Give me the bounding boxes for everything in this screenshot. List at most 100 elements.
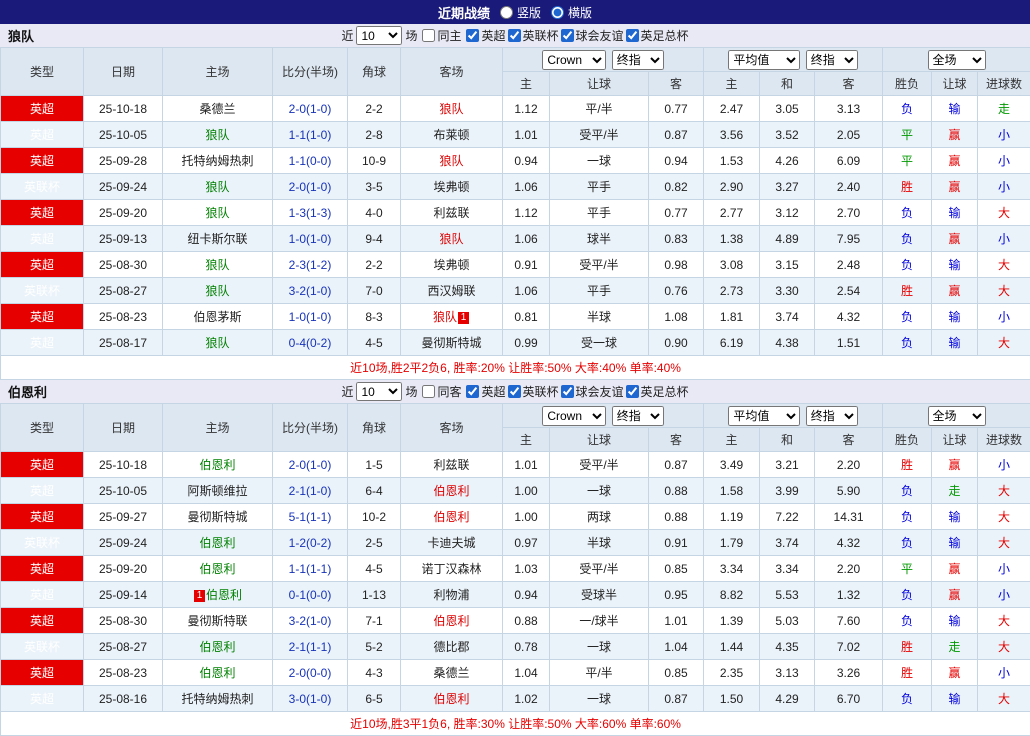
match-count-select[interactable]: 10 [356,26,402,45]
team-link[interactable]: 利兹联 [433,458,469,472]
match-score[interactable]: 0-1(0-0) [273,582,348,608]
home-team[interactable]: 伯恩利 [163,530,273,556]
match-score[interactable]: 5-1(1-1) [273,504,348,530]
team-link[interactable]: 桑德兰 [199,102,235,116]
away-team[interactable]: 伯恩利 [401,686,503,712]
bookmaker-final-index-select[interactable]: 终指 [612,50,664,70]
home-team[interactable]: 伯恩利 [163,660,273,686]
team-link[interactable]: 曼彻斯特城 [421,336,481,350]
match-score[interactable]: 2-3(1-2) [273,252,348,278]
team-link[interactable]: 狼队 [205,206,229,220]
team-link[interactable]: 狼队 [433,310,457,324]
league-checkbox-2[interactable] [561,385,574,398]
team-link[interactable]: 伯恩利 [433,692,469,706]
home-team[interactable]: 托特纳姆热刺 [163,686,273,712]
away-team[interactable]: 利兹联 [401,452,503,478]
away-team[interactable]: 伯恩利 [401,478,503,504]
away-team[interactable]: 狼队 [401,226,503,252]
match-score[interactable]: 1-2(0-2) [273,530,348,556]
team-link[interactable]: 布莱顿 [433,128,469,142]
team-link[interactable]: 利物浦 [433,588,469,602]
team-link[interactable]: 狼队 [439,232,463,246]
team-link[interactable]: 埃弗顿 [433,180,469,194]
average-final-index-select[interactable]: 终指 [806,406,858,426]
average-select[interactable]: 平均值 [728,406,800,426]
bookmaker-select[interactable]: Crown [542,406,606,426]
team-link[interactable]: 狼队 [205,284,229,298]
away-team[interactable]: 西汉姆联 [401,278,503,304]
away-team[interactable]: 诺丁汉森林 [401,556,503,582]
home-team[interactable]: 狼队 [163,174,273,200]
league-filter-3[interactable]: 英足总杯 [626,27,689,44]
bookmaker-final-index-select[interactable]: 终指 [612,406,664,426]
league-filter-1[interactable]: 英联杯 [508,383,559,400]
team-link[interactable]: 利兹联 [433,206,469,220]
home-team[interactable]: 伯恩利 [163,556,273,582]
scope-select[interactable]: 全场 [928,406,986,426]
home-team[interactable]: 阿斯顿维拉 [163,478,273,504]
away-team[interactable]: 曼彻斯特城 [401,330,503,356]
team-link[interactable]: 纽卡斯尔联 [187,232,247,246]
home-team[interactable]: 狼队 [163,200,273,226]
home-team[interactable]: 伯恩茅斯 [163,304,273,330]
match-score[interactable]: 2-0(0-0) [273,660,348,686]
horizontal-radio[interactable] [551,6,564,19]
team-link[interactable]: 伯恩利 [199,640,235,654]
team-link[interactable]: 伯恩利 [199,666,235,680]
league-filter-1[interactable]: 英联杯 [508,27,559,44]
team-link[interactable]: 狼队 [205,180,229,194]
league-checkbox-3[interactable] [626,29,639,42]
layout-vertical-option[interactable]: 竖版 [500,4,541,21]
away-team[interactable]: 利物浦 [401,582,503,608]
team-link[interactable]: 伯恩利 [199,458,235,472]
home-team[interactable]: 1伯恩利 [163,582,273,608]
match-score[interactable]: 2-0(1-0) [273,174,348,200]
league-checkbox-1[interactable] [508,29,521,42]
team-link[interactable]: 诺丁汉森林 [421,562,481,576]
league-filter-0[interactable]: 英超 [466,27,505,44]
away-team[interactable]: 卡迪夫城 [401,530,503,556]
team-link[interactable]: 伯恩茅斯 [193,310,241,324]
league-filter-2[interactable]: 球会友谊 [561,383,624,400]
team-link[interactable]: 托特纳姆热刺 [181,692,253,706]
same-venue-filter[interactable]: 同主 [422,27,461,44]
home-team[interactable]: 伯恩利 [163,634,273,660]
bookmaker-select[interactable]: Crown [542,50,606,70]
away-team[interactable]: 利兹联 [401,200,503,226]
team-link[interactable]: 伯恩利 [199,562,235,576]
league-checkbox-3[interactable] [626,385,639,398]
home-team[interactable]: 曼彻斯特联 [163,608,273,634]
team-link[interactable]: 伯恩利 [433,484,469,498]
home-team[interactable]: 托特纳姆热刺 [163,148,273,174]
team-link[interactable]: 托特纳姆热刺 [181,154,253,168]
away-team[interactable]: 埃弗顿 [401,174,503,200]
match-score[interactable]: 1-1(1-1) [273,556,348,582]
team-link[interactable]: 西汉姆联 [427,284,475,298]
home-team[interactable]: 曼彻斯特城 [163,504,273,530]
away-team[interactable]: 德比郡 [401,634,503,660]
team-link[interactable]: 狼队 [205,336,229,350]
home-team[interactable]: 狼队 [163,330,273,356]
match-score[interactable]: 3-0(1-0) [273,686,348,712]
away-team[interactable]: 布莱顿 [401,122,503,148]
away-team[interactable]: 狼队1 [401,304,503,330]
home-team[interactable]: 狼队 [163,122,273,148]
away-team[interactable]: 伯恩利 [401,504,503,530]
match-score[interactable]: 2-0(1-0) [273,96,348,122]
same-venue-checkbox[interactable] [422,29,435,42]
team-link[interactable]: 桑德兰 [433,666,469,680]
team-link[interactable]: 曼彻斯特联 [187,614,247,628]
scope-select[interactable]: 全场 [928,50,986,70]
team-link[interactable]: 埃弗顿 [433,258,469,272]
match-score[interactable]: 1-1(0-0) [273,148,348,174]
match-score[interactable]: 0-4(0-2) [273,330,348,356]
match-score[interactable]: 1-0(1-0) [273,226,348,252]
home-team[interactable]: 狼队 [163,278,273,304]
team-link[interactable]: 曼彻斯特城 [187,510,247,524]
away-team[interactable]: 埃弗顿 [401,252,503,278]
team-link[interactable]: 狼队 [439,154,463,168]
team-link[interactable]: 伯恩利 [433,510,469,524]
team-link[interactable]: 伯恩利 [433,614,469,628]
league-checkbox-0[interactable] [466,385,479,398]
team-link[interactable]: 阿斯顿维拉 [187,484,247,498]
